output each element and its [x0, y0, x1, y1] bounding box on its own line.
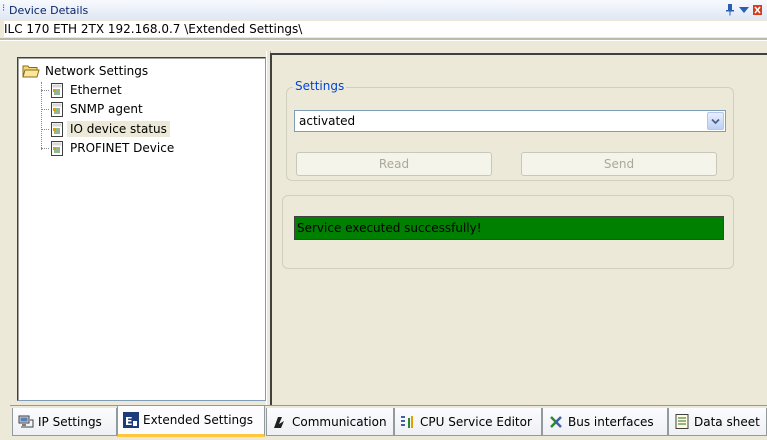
close-icon[interactable] [752, 3, 763, 17]
read-button[interactable]: Read [296, 152, 492, 176]
tree-item-label-selected: IO device status [67, 121, 170, 137]
tree-node-profinet-device[interactable]: PROFINET Device [41, 139, 177, 157]
status-select-value: activated [299, 114, 356, 128]
tab-cpu-service-editor[interactable]: CPU Service Editor [394, 408, 542, 436]
chevron-down-icon[interactable] [707, 112, 724, 130]
send-button[interactable]: Send [521, 152, 717, 176]
tab-label: IP Settings [38, 414, 102, 429]
tab-extended-settings[interactable]: E Extended Settings [117, 406, 265, 437]
tree-node-io-device-status[interactable]: IO device status [41, 120, 170, 138]
communication-icon [272, 414, 288, 430]
grip-icon: ⁝ [2, 3, 6, 14]
bus-interfaces-icon [548, 414, 564, 430]
tree-item-label: SNMP agent [70, 102, 143, 116]
folder-open-icon [22, 64, 40, 78]
tree-node-ethernet[interactable]: Ethernet [41, 81, 125, 99]
cpu-editor-icon [400, 414, 416, 430]
extended-settings-icon: E [123, 412, 139, 428]
settings-tree: Network Settings Ethernet SNMP agent IO … [17, 57, 266, 401]
tree-item-label: PROFINET Device [70, 141, 175, 155]
document-icon [51, 82, 63, 98]
document-icon [51, 121, 63, 137]
network-icon [18, 414, 34, 430]
menu-dropdown-icon[interactable] [738, 3, 749, 17]
tree-node-network-settings[interactable]: Network Settings [22, 62, 151, 80]
tab-label: Extended Settings [143, 413, 254, 427]
main-content: Network Settings Ethernet SNMP agent IO … [12, 51, 767, 405]
tab-label: CPU Service Editor [420, 414, 532, 429]
tab-label: Data sheet [694, 414, 760, 429]
window-title: Device Details [9, 4, 89, 17]
status-select[interactable]: activated [294, 110, 726, 132]
tab-label: Communication [292, 414, 387, 429]
settings-group: Settings activated Read Send [286, 79, 734, 181]
tab-communication[interactable]: Communication [266, 408, 394, 436]
data-sheet-icon [674, 414, 690, 430]
status-group: Service executed successfully! [282, 195, 734, 269]
pin-icon[interactable] [724, 3, 735, 17]
title-bar: ⁝ Device Details [0, 0, 767, 20]
status-message: Service executed successfully! [294, 216, 724, 240]
tab-bus-interfaces[interactable]: Bus interfaces [542, 408, 668, 436]
details-pane: Settings activated Read Send Service exe… [270, 53, 767, 405]
svg-text:E: E [125, 415, 133, 428]
tree-root-label: Network Settings [45, 64, 149, 78]
device-path: ILC 170 ETH 2TX 192.168.0.7 \Extended Se… [4, 21, 767, 37]
bottom-tab-bar: IP Settings E Extended Settings Communic… [10, 405, 767, 438]
tab-data-sheet[interactable]: Data sheet [668, 408, 767, 436]
tree-item-label: Ethernet [70, 83, 122, 97]
path-divider [0, 38, 767, 41]
tree-node-snmp-agent[interactable]: SNMP agent [41, 100, 146, 118]
title-controls [724, 2, 763, 18]
settings-legend: Settings [293, 79, 347, 93]
document-icon [51, 140, 63, 156]
tab-label: Bus interfaces [568, 414, 654, 429]
tab-ip-settings[interactable]: IP Settings [12, 408, 117, 436]
document-icon [51, 101, 63, 117]
